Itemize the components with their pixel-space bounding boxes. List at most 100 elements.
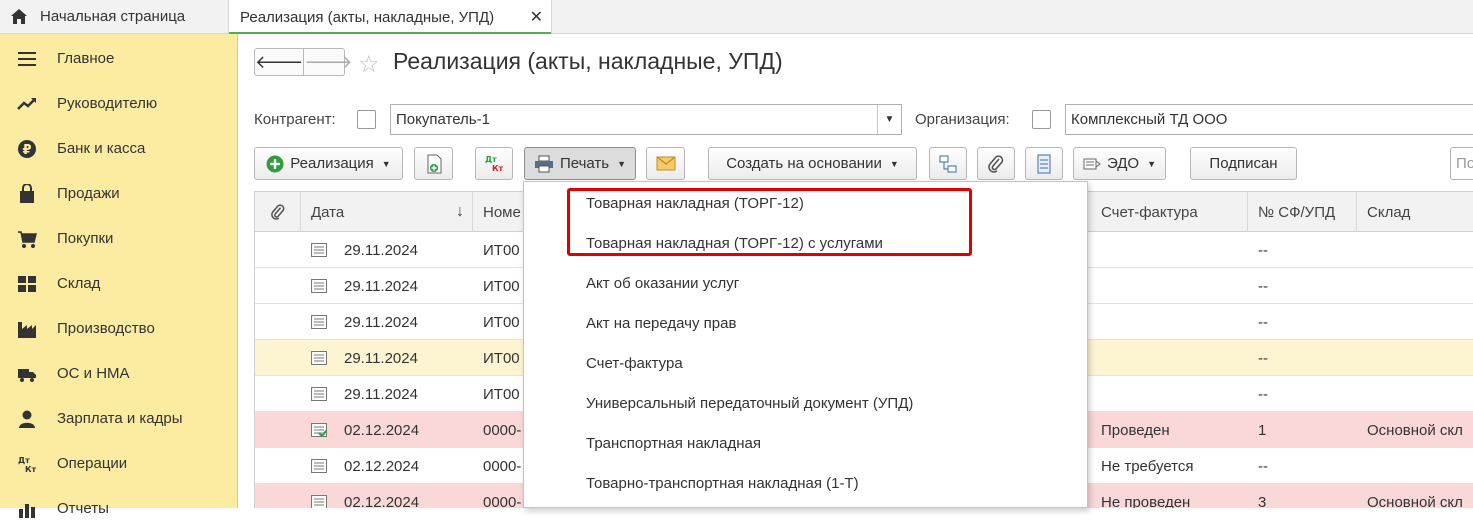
cell-warehouse	[1367, 232, 1473, 268]
back-arrow-icon[interactable]: 🡐	[255, 49, 305, 75]
cell-sf-number: --	[1258, 313, 1268, 331]
chart-icon	[17, 499, 37, 519]
favorite-star-icon[interactable]: ☆	[358, 50, 380, 79]
attach-files-button[interactable]	[977, 147, 1015, 180]
forward-arrow-icon[interactable]: 🡒	[304, 49, 352, 75]
cell-invoice	[1101, 304, 1246, 340]
organization-field[interactable]: Комплексный ТД ООО	[1065, 104, 1473, 135]
document-icon	[311, 351, 327, 365]
sidebar-item-production[interactable]: Производство	[0, 306, 238, 351]
menu-item-1t-waybill[interactable]: Товарно-транспортная накладная (1-Т)	[586, 463, 859, 503]
header-warehouse[interactable]: Склад	[1357, 192, 1473, 232]
cell-sf-number: 1	[1258, 421, 1267, 439]
menu-item-invoice[interactable]: Счет-фактура	[586, 343, 683, 383]
cell-invoice	[1101, 232, 1246, 268]
sidebar-item-label: Покупки	[57, 230, 114, 247]
paperclip-icon	[270, 204, 284, 220]
hierarchy-icon	[939, 155, 957, 172]
sidebar-item-bank[interactable]: ₽ Банк и касса	[0, 126, 238, 171]
header-invoice[interactable]: Счет-фактура	[1091, 192, 1248, 232]
menu-item-upd[interactable]: Универсальный передаточный документ (УПД…	[586, 383, 913, 423]
cell-invoice: Не проведен	[1101, 493, 1191, 509]
cell-invoice	[1101, 376, 1246, 412]
chevron-down-icon: ▼	[1147, 158, 1157, 169]
chevron-down-icon: ▼	[381, 158, 391, 169]
sidebar-item-sales[interactable]: Продажи	[0, 171, 238, 216]
sidebar-item-reports[interactable]: Отчеты	[0, 486, 238, 531]
structure-button[interactable]	[929, 147, 967, 180]
print-label: Печать	[559, 155, 610, 172]
document-icon	[311, 459, 327, 473]
page-title: Реализация (акты, накладные, УПД)	[393, 48, 783, 74]
sidebar-item-purchases[interactable]: Покупки	[0, 216, 238, 261]
sort-arrow-icon: ↓	[456, 203, 464, 220]
list-view-button[interactable]	[1025, 147, 1063, 180]
sidebar-item-label: Руководителю	[57, 95, 158, 112]
organization-label: Организация:	[915, 111, 1010, 128]
sidebar-item-label: Производство	[57, 320, 155, 337]
printer-icon	[534, 155, 553, 172]
counterparty-field[interactable]: Покупатель-1 ▼	[390, 104, 902, 135]
tab-home[interactable]: Начальная страница	[0, 0, 222, 33]
ruble-icon: ₽	[17, 139, 37, 159]
sidebar: Главное Руководителю ₽ Банк и касса Прод…	[0, 34, 238, 518]
copy-document-button[interactable]	[414, 147, 453, 180]
sidebar-item-warehouse[interactable]: Склад	[0, 261, 238, 306]
sidebar-item-manager[interactable]: Руководителю	[0, 81, 238, 126]
counterparty-checkbox[interactable]	[357, 110, 376, 129]
dt-text: Дт	[485, 155, 497, 164]
document-list-icon	[1037, 154, 1051, 173]
tab-active-label: Реализация (акты, накладные, УПД)	[240, 8, 495, 26]
sidebar-item-operations[interactable]: Дт Кт Операции	[0, 441, 238, 486]
history-nav: 🡐 🡒	[254, 48, 353, 76]
kt-text: Кт	[492, 164, 504, 173]
menu-item-services-act[interactable]: Акт об оказании услуг	[586, 263, 739, 303]
cell-date: 29.11.2024	[344, 277, 418, 295]
envelope-icon	[656, 156, 675, 171]
cart-icon	[17, 229, 37, 249]
header-warehouse-label: Склад	[1367, 203, 1411, 221]
header-date[interactable]: Дата ↓	[301, 192, 473, 232]
sidebar-item-salary[interactable]: Зарплата и кадры	[0, 396, 238, 441]
cell-invoice	[1101, 268, 1246, 304]
create-based-on-button[interactable]: Создать на основании ▼	[708, 147, 917, 180]
cell-sf-number: --	[1258, 241, 1268, 259]
edo-label: ЭДО	[1106, 155, 1140, 172]
truck-icon	[17, 364, 37, 384]
cell-warehouse	[1367, 304, 1473, 340]
send-email-button[interactable]	[646, 147, 685, 180]
edo-button[interactable]: ЭДО ▼	[1073, 147, 1166, 180]
sidebar-item-main[interactable]: Главное	[0, 36, 238, 81]
sidebar-item-label: Отчеты	[57, 500, 109, 517]
create-sale-button[interactable]: Реализация ▼	[254, 147, 403, 180]
close-icon[interactable]: ✕	[530, 7, 543, 27]
menu-item-transport-waybill[interactable]: Транспортная накладная	[586, 423, 761, 463]
header-number-label: Номе	[483, 203, 521, 221]
cell-warehouse	[1367, 340, 1473, 376]
header-attachment[interactable]	[255, 192, 301, 232]
cell-date: 29.11.2024	[344, 385, 418, 403]
menu-item-rights-transfer-act[interactable]: Акт на передачу прав	[586, 303, 736, 343]
document-icon	[311, 279, 327, 293]
header-sf-number[interactable]: № СФ/УПД	[1248, 192, 1357, 232]
search-input[interactable]: По	[1450, 147, 1473, 180]
sidebar-item-label: Продажи	[57, 185, 120, 202]
header-invoice-label: Счет-фактура	[1101, 203, 1198, 221]
print-button[interactable]: Печать ▼	[524, 147, 636, 180]
sidebar-item-label: Склад	[57, 275, 101, 292]
cell-date: 02.12.2024	[344, 493, 420, 509]
factory-icon	[17, 319, 37, 339]
cell-warehouse: Основной скл	[1367, 421, 1463, 439]
tab-sales-documents[interactable]: Реализация (акты, накладные, УПД) ✕	[228, 0, 552, 34]
dt-kt-button[interactable]: Дт Кт	[475, 147, 513, 180]
cell-warehouse	[1367, 448, 1473, 484]
organization-value: Комплексный ТД ООО	[1071, 111, 1228, 128]
signed-button[interactable]: Подписан	[1190, 147, 1297, 180]
cell-warehouse: Основной скл	[1367, 493, 1463, 509]
organization-checkbox[interactable]	[1032, 110, 1051, 129]
cell-sf-number: --	[1258, 349, 1268, 367]
sidebar-item-assets[interactable]: ОС и НМА	[0, 351, 238, 396]
paperclip-icon	[988, 154, 1004, 173]
cell-sf-number: 3	[1258, 493, 1267, 509]
chevron-down-icon[interactable]: ▼	[877, 105, 901, 134]
